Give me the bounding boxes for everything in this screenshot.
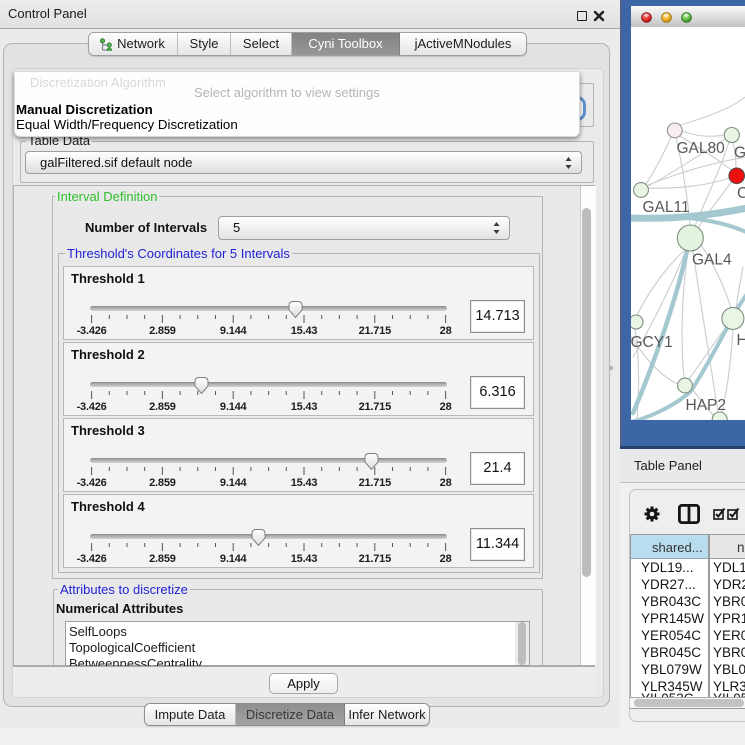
svg-text:GAL4: GAL4 xyxy=(692,252,732,269)
svg-text:GAL: GAL xyxy=(734,145,745,162)
svg-text:GAL80: GAL80 xyxy=(677,140,726,157)
svg-text:GAL11: GAL11 xyxy=(643,199,690,216)
svg-text:H: H xyxy=(737,332,745,349)
svg-text:HAP2: HAP2 xyxy=(686,397,727,414)
svg-text:CYC: CYC xyxy=(737,185,745,202)
svg-text:GCY1: GCY1 xyxy=(631,334,673,351)
